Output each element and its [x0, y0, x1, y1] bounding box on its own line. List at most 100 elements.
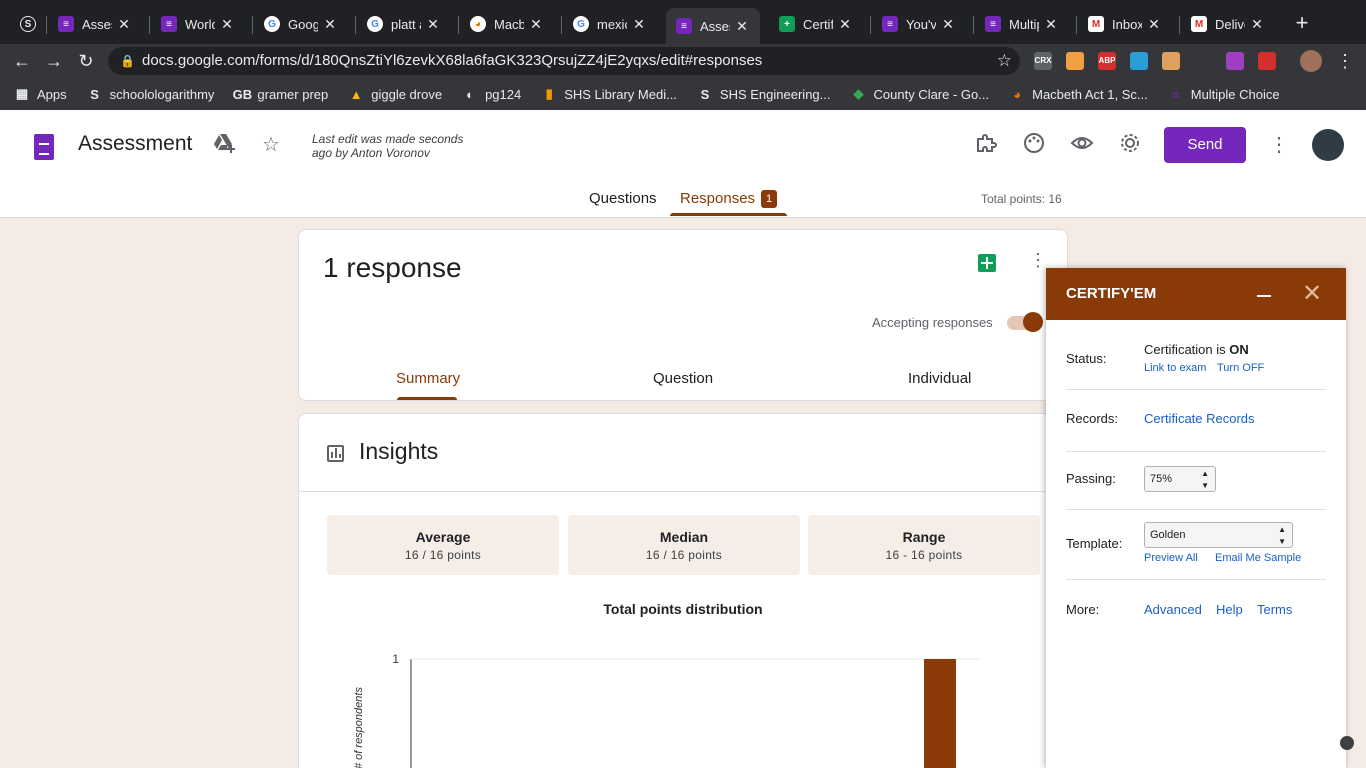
- google-icon: G: [573, 16, 589, 32]
- bookmark-label: Macbeth Act 1, Sc...: [1032, 86, 1148, 102]
- browser-tab[interactable]: ≡ Multipl✕: [975, 8, 1069, 40]
- color-wheel-icon[interactable]: [1226, 52, 1244, 70]
- owl-icon[interactable]: [1066, 52, 1084, 70]
- tab-title: Deliver: [1215, 16, 1245, 32]
- tab-summary[interactable]: Summary: [396, 370, 460, 387]
- face-icon[interactable]: [1162, 52, 1180, 70]
- create-spreadsheet-icon[interactable]: [978, 254, 996, 272]
- tab-close-icon[interactable]: ✕: [1043, 16, 1059, 33]
- star-icon[interactable]: ☆: [258, 132, 284, 158]
- tab-close-icon[interactable]: ✕: [1146, 16, 1162, 33]
- send-button[interactable]: Send: [1164, 127, 1246, 163]
- responses-more-icon[interactable]: ⋮: [1029, 250, 1047, 271]
- total-points: Total points: 16: [981, 192, 1062, 206]
- more-options-icon[interactable]: ⋮: [1266, 132, 1292, 158]
- divider: [1066, 509, 1326, 510]
- address-bar[interactable]: 🔒 docs.google.com/forms/d/180QnsZtiYl6ze…: [108, 47, 1020, 75]
- bookmark-item[interactable]: ≡ Multiple Choice: [1168, 86, 1280, 102]
- browser-tab[interactable]: M Inbox (✕: [1078, 8, 1172, 40]
- browser-tab[interactable]: Gmexica✕: [563, 8, 657, 40]
- tab-close-icon[interactable]: ✕: [322, 16, 338, 33]
- tab-close-icon[interactable]: ✕: [528, 16, 544, 33]
- browser-tab[interactable]: ≡ World✕: [151, 8, 245, 40]
- blank-ext-icon[interactable]: [1194, 52, 1212, 70]
- tab-close-icon[interactable]: ✕: [1249, 16, 1265, 33]
- scroll-indicator[interactable]: [1340, 736, 1354, 750]
- tab-title: mexica: [597, 16, 627, 32]
- browser-tab[interactable]: ◕ Macbe✕: [460, 8, 554, 40]
- browser-tab[interactable]: ≡ Assess✕: [48, 8, 142, 40]
- accepting-responses-label: Accepting responses: [872, 315, 993, 330]
- tab-close-icon[interactable]: ✕: [425, 16, 441, 33]
- link-to-exam[interactable]: Link to exam: [1144, 362, 1206, 374]
- turn-off-link[interactable]: Turn OFF: [1217, 362, 1264, 374]
- browser-tab[interactable]: + Certify✕: [769, 8, 863, 40]
- bookmark-item[interactable]: Sschoolologarithmy: [87, 86, 214, 102]
- check-icon[interactable]: [1130, 52, 1148, 70]
- bookmark-item[interactable]: S SHS Engineering...: [697, 86, 831, 102]
- tab-title: You've: [906, 16, 936, 32]
- bookmark-star-icon[interactable]: ☆: [997, 47, 1012, 75]
- schoology-icon: S: [90, 86, 99, 102]
- tab-close-icon[interactable]: ✕: [837, 16, 853, 33]
- bookmark-item[interactable]: ▮ SHS Library Medi...: [541, 86, 677, 102]
- preview-eye-icon[interactable]: [1069, 132, 1095, 158]
- minimize-icon[interactable]: [1257, 295, 1271, 297]
- browser-tab[interactable]: S: [10, 8, 40, 40]
- browser-tab[interactable]: G Google✕: [254, 8, 348, 40]
- bookmark-item[interactable]: ▦ Apps: [14, 86, 67, 102]
- toggle-knob[interactable]: [1023, 312, 1043, 332]
- terms-link[interactable]: Terms: [1257, 602, 1292, 617]
- move-to-drive-icon[interactable]: [211, 132, 237, 158]
- form-title[interactable]: Assessment: [78, 132, 192, 156]
- tab-title: Multipl: [1009, 16, 1039, 32]
- red-check-icon[interactable]: [1258, 52, 1276, 70]
- browser-menu-icon[interactable]: ⋮: [1336, 50, 1354, 72]
- advanced-link[interactable]: Advanced: [1144, 602, 1202, 617]
- tab-questions[interactable]: Questions: [589, 190, 657, 207]
- status-text: Certification is ON: [1144, 342, 1249, 357]
- tab-close-icon[interactable]: ✕: [116, 16, 132, 33]
- email-sample-link[interactable]: Email Me Sample: [1215, 552, 1301, 564]
- browser-tab[interactable]: ≡ Assess✕: [666, 8, 760, 44]
- google-forms-logo-icon[interactable]: [34, 134, 54, 160]
- browser-tab[interactable]: Gplatt ar✕: [357, 8, 451, 40]
- abp-icon[interactable]: ABP: [1098, 52, 1116, 70]
- tab-close-icon[interactable]: ✕: [631, 16, 647, 33]
- browser-tab[interactable]: M Deliver✕: [1181, 8, 1275, 40]
- tab-close-icon[interactable]: ✕: [219, 16, 235, 33]
- bookmark-label: giggle drove: [371, 86, 443, 102]
- tab-close-icon[interactable]: ✕: [734, 18, 750, 35]
- tab-title: Google: [288, 16, 318, 32]
- account-avatar[interactable]: [1312, 129, 1344, 161]
- bar-16[interactable]: [924, 659, 956, 768]
- new-tab-button[interactable]: +: [1290, 12, 1314, 36]
- addons-puzzle-icon[interactable]: [973, 132, 999, 158]
- settings-gear-icon[interactable]: [1117, 132, 1143, 158]
- bookmark-item[interactable]: ◐ pg124: [462, 86, 521, 102]
- back-button[interactable]: ←: [11, 50, 33, 72]
- preview-all-link[interactable]: Preview All: [1144, 552, 1198, 564]
- browser-tab[interactable]: ≡ You've✕: [872, 8, 966, 40]
- bookmark-item[interactable]: ▲ giggle drove: [348, 86, 442, 102]
- forward-button[interactable]: →: [43, 50, 65, 72]
- summary-tab-indicator: [397, 397, 457, 400]
- customize-theme-palette-icon[interactable]: [1021, 132, 1047, 158]
- bookmark-item[interactable]: ◆ County Clare - Go...: [851, 86, 990, 102]
- help-link[interactable]: Help: [1216, 602, 1243, 617]
- certificate-records-link[interactable]: Certificate Records: [1144, 411, 1255, 426]
- template-select[interactable]: Golden ▲ ▼: [1144, 522, 1293, 548]
- close-icon[interactable]: ✕: [1302, 279, 1322, 308]
- tab-responses[interactable]: Responses: [680, 190, 755, 207]
- tab-question[interactable]: Question: [653, 370, 713, 387]
- tab-close-icon[interactable]: ✕: [940, 16, 956, 33]
- last-edit-text[interactable]: Last edit was made seconds ago by Anton …: [312, 132, 482, 160]
- reload-button[interactable]: ↻: [75, 50, 97, 72]
- passing-select[interactable]: 75% ▲ ▼: [1144, 466, 1216, 492]
- bookmark-item[interactable]: ◕ Macbeth Act 1, Sc...: [1009, 86, 1148, 102]
- crx-icon[interactable]: CRX: [1034, 52, 1052, 70]
- bookmark-item[interactable]: GB gramer prep: [232, 86, 329, 102]
- tab-individual[interactable]: Individual: [908, 370, 971, 387]
- profile-avatar[interactable]: [1300, 50, 1322, 72]
- gb-icon: GB: [232, 86, 253, 102]
